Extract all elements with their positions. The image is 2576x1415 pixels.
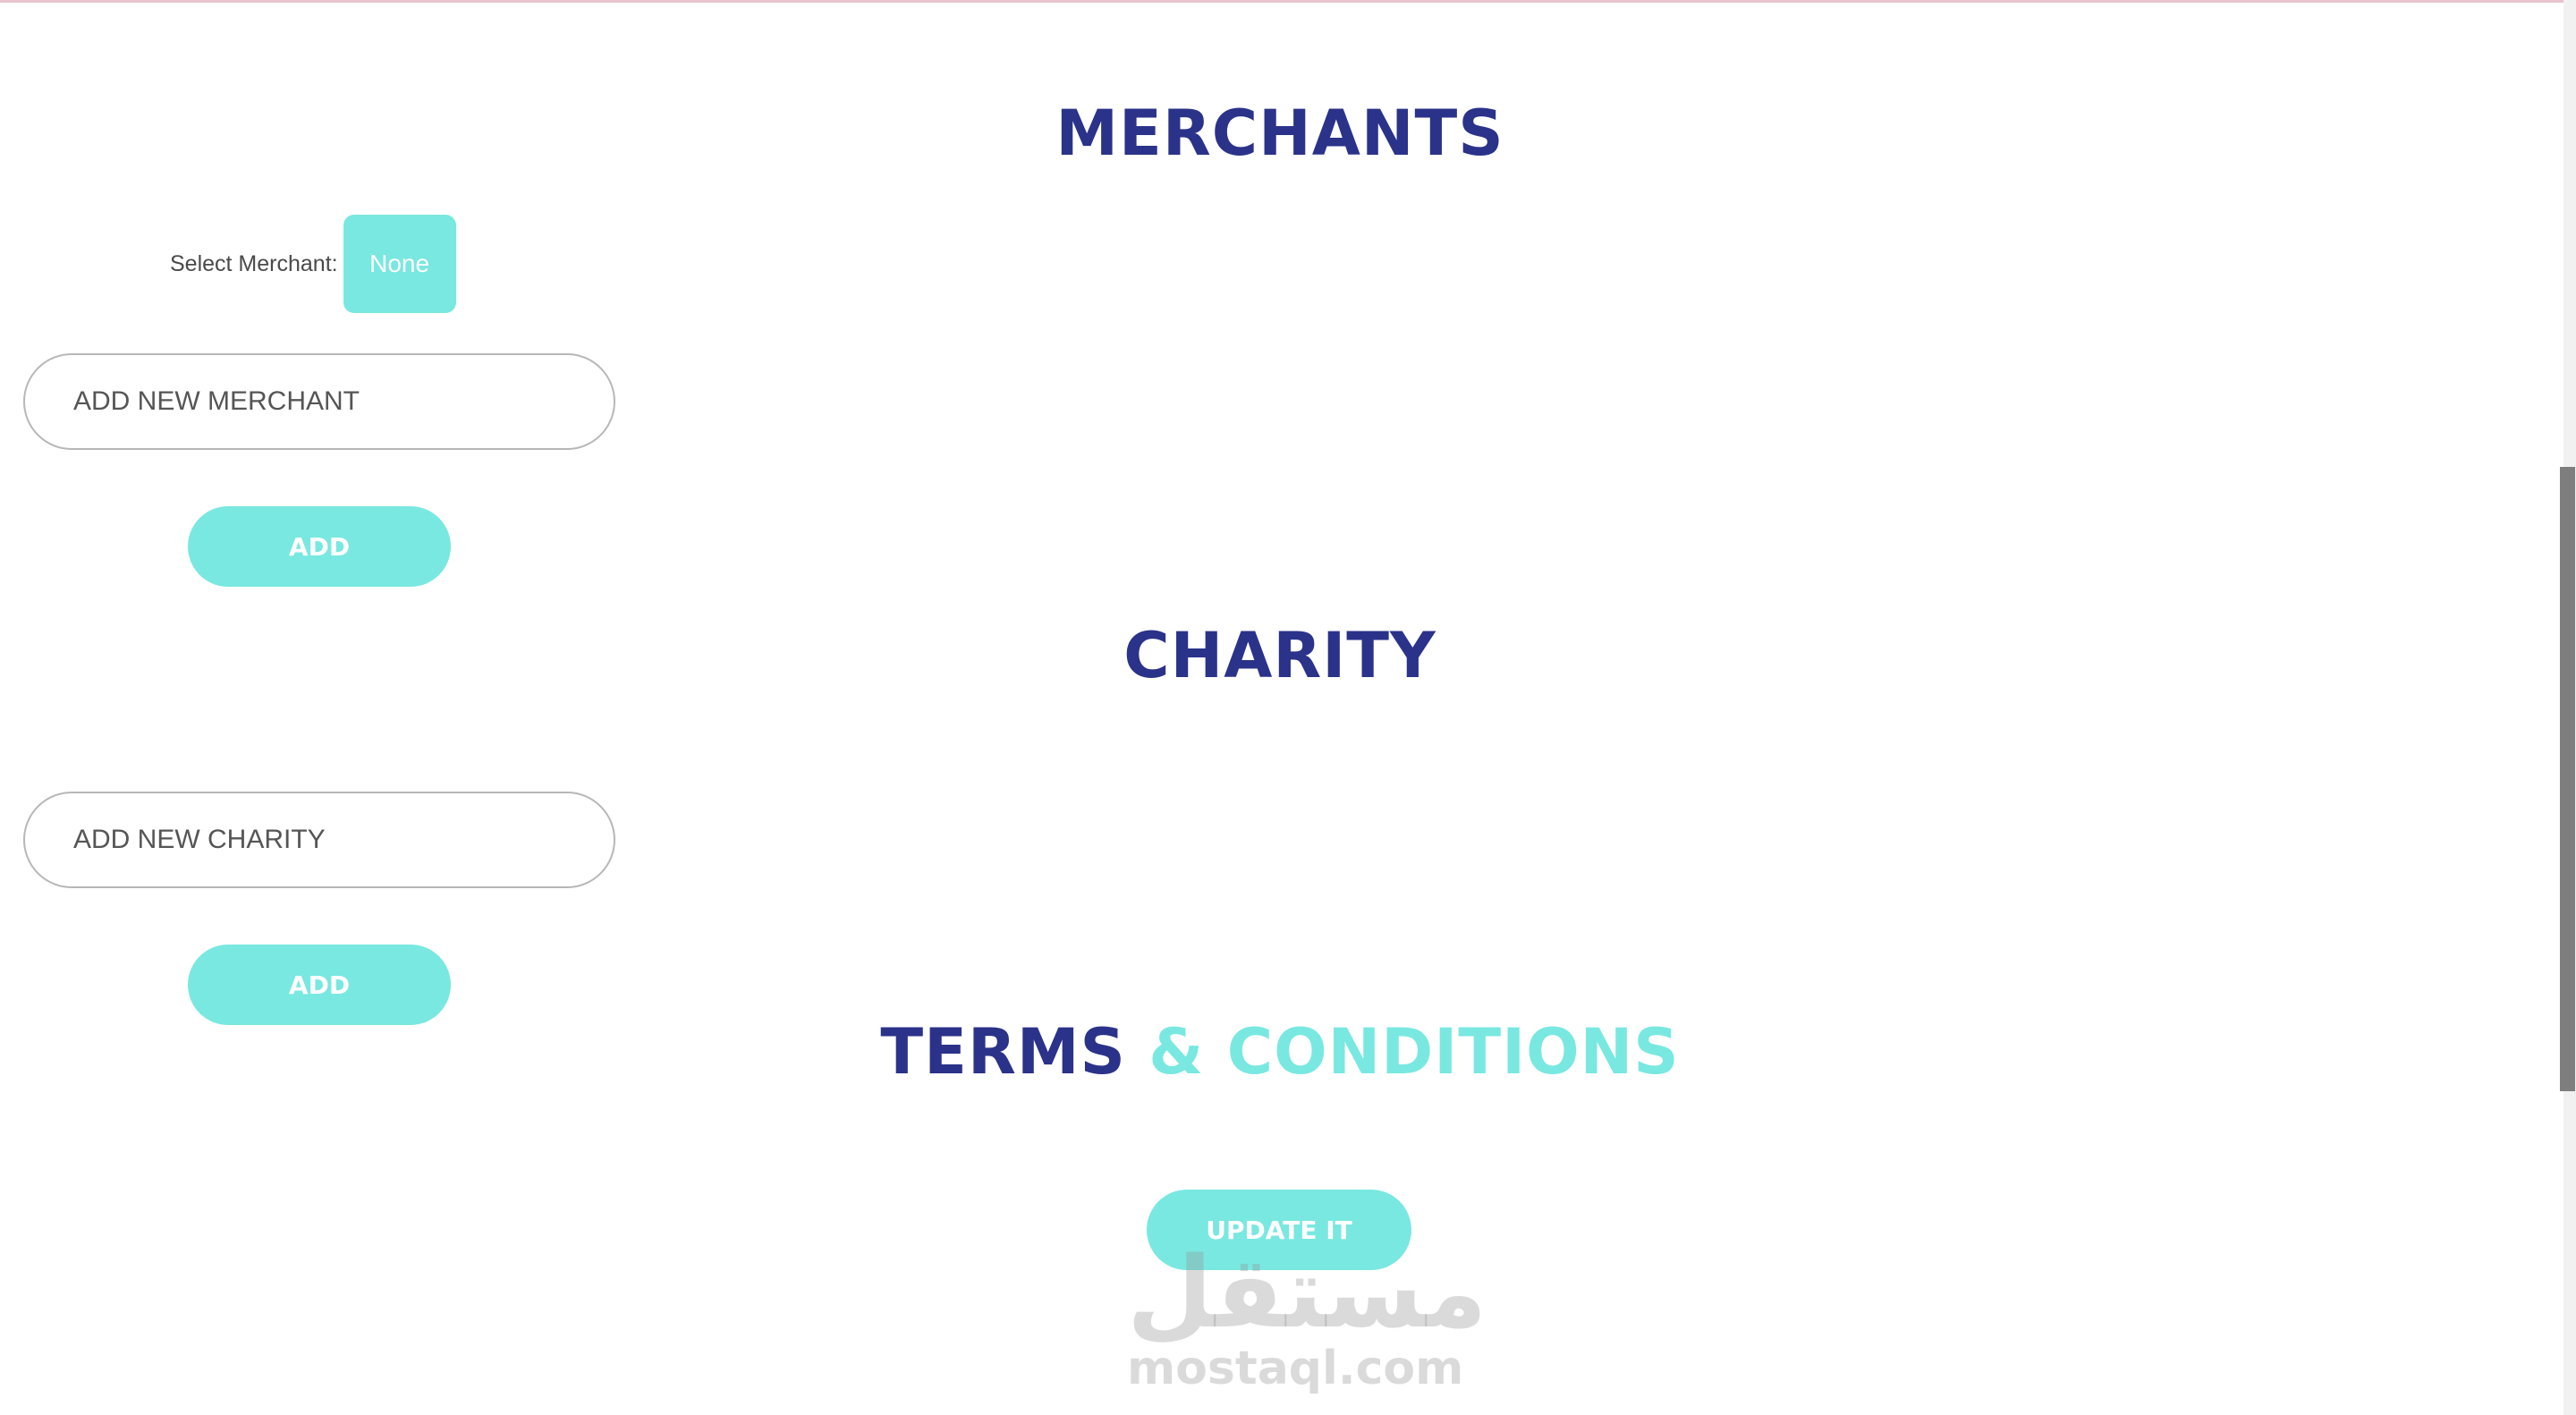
- watermark-latin: mostaql.com: [1127, 1342, 1464, 1395]
- charity-heading: CHARITY: [1123, 619, 1436, 692]
- scrollbar-thumb[interactable]: [2560, 467, 2575, 1091]
- add-charity-button[interactable]: ADD: [188, 945, 451, 1025]
- mostaql-watermark: مستقل mostaql.com: [1127, 1235, 1487, 1395]
- terms-heading-part1: TERMS: [880, 1015, 1126, 1089]
- page: MERCHANTS Select Merchant: None ADD CHAR…: [0, 0, 2576, 1415]
- terms-heading: TERMS & CONDITIONS: [0, 1015, 2560, 1089]
- select-merchant-label: Select Merchant:: [170, 250, 338, 276]
- watermark-arabic: مستقل: [1127, 1235, 1487, 1350]
- merchant-select-row: Select Merchant: None: [170, 215, 456, 313]
- merchants-heading: MERCHANTS: [1055, 97, 1504, 170]
- terms-heading-part2: & CONDITIONS: [1148, 1015, 1680, 1089]
- top-divider: [0, 0, 2563, 3]
- add-new-charity-input[interactable]: [23, 792, 615, 888]
- merchant-select[interactable]: None: [343, 215, 456, 313]
- add-new-merchant-input[interactable]: [23, 353, 615, 450]
- add-merchant-button[interactable]: ADD: [188, 506, 451, 587]
